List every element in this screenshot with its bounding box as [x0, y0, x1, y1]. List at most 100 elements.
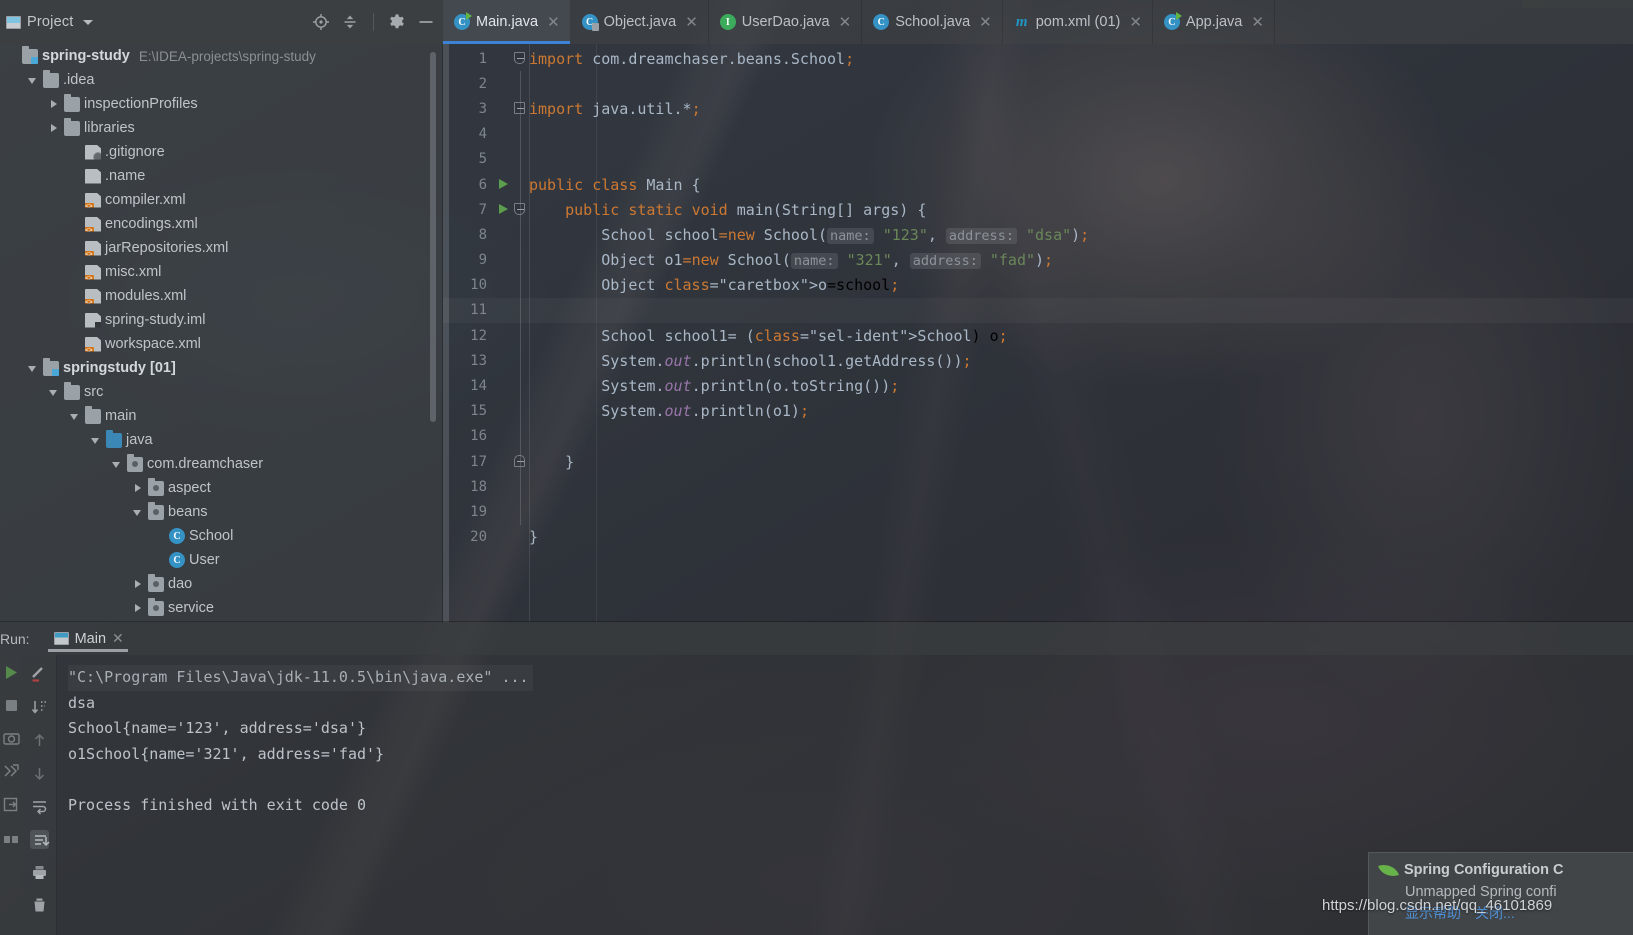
tree-row[interactable]: dao	[0, 572, 443, 596]
run-gutter-icon[interactable]	[499, 204, 508, 215]
project-tree[interactable]: spring-study E:\IDEA-projects\spring-stu…	[0, 44, 443, 622]
code-line[interactable]: 4	[443, 121, 1633, 147]
scroll-down-icon[interactable]	[30, 764, 49, 783]
tree-row[interactable]: beans	[0, 500, 443, 524]
tree-row[interactable]: modules.xml	[0, 284, 443, 308]
tree-expand-arrow[interactable]	[27, 362, 39, 374]
tree-row[interactable]: spring-study.iml	[0, 308, 443, 332]
tab-close-icon[interactable]: ✕	[685, 15, 698, 30]
code-line[interactable]: 6 public class Main {	[443, 171, 1633, 198]
code-line[interactable]: 12 School school1= (class="sel-ident">Sc…	[443, 323, 1633, 349]
tree-row[interactable]: aspect	[0, 476, 443, 500]
tree-expand-arrow[interactable]	[90, 434, 102, 446]
tree-row[interactable]: service	[0, 596, 443, 620]
scroll-to-end-icon[interactable]	[29, 830, 50, 849]
code-line[interactable]: 11	[443, 297, 1633, 324]
code-line[interactable]: 8 School school=new School(name: "123", …	[443, 222, 1633, 248]
tree-expand-arrow[interactable]	[132, 506, 144, 518]
tree-row[interactable]: C User	[0, 548, 443, 572]
tree-row[interactable]: compiler.xml	[0, 188, 443, 212]
tree-row[interactable]: com.dreamchaser	[0, 452, 443, 476]
tree-expand-arrow[interactable]	[69, 410, 81, 422]
code-line[interactable]: 13 System.out.println(school1.getAddress…	[443, 348, 1633, 374]
tree-expand-arrow[interactable]	[27, 74, 39, 86]
tree-row[interactable]: springstudy [01]	[0, 356, 443, 380]
tree-row[interactable]: jarRepositories.xml	[0, 236, 443, 260]
tree-row[interactable]: src	[0, 380, 443, 404]
tree-row[interactable]: .idea	[0, 68, 443, 92]
code-line[interactable]: 10 Object class="caretbox">o=school;	[443, 272, 1633, 298]
notification-popup[interactable]: Spring Configuration C Unmapped Spring c…	[1368, 852, 1633, 935]
tree-expand-arrow[interactable]	[48, 122, 60, 134]
run-gutter-icon[interactable]	[499, 178, 508, 189]
tree-expand-arrow[interactable]	[132, 602, 144, 614]
wrap-text-icon[interactable]	[30, 797, 49, 816]
code-line[interactable]: 1 import com.dreamchaser.beans.School;	[443, 46, 1633, 71]
code-line[interactable]: 7 public static void main(String[] args)…	[443, 197, 1633, 223]
code-line[interactable]: 15 System.out.println(o1);	[443, 398, 1633, 424]
tab-userdao-java[interactable]: I UserDao.java ✕	[709, 0, 863, 44]
tab-close-icon[interactable]: ✕	[979, 15, 992, 30]
code-line[interactable]: 19	[443, 499, 1633, 525]
minimize-icon[interactable]	[417, 13, 435, 31]
tree-scrollbar[interactable]	[430, 52, 436, 422]
tree-row[interactable]: encodings.xml	[0, 212, 443, 236]
code-line[interactable]: 3 import java.util.*;	[443, 96, 1633, 122]
line-number: 1	[478, 50, 487, 67]
stop-icon[interactable]	[2, 696, 21, 715]
fold-marker-icon[interactable]	[514, 52, 525, 64]
tree-expand-arrow[interactable]	[111, 458, 123, 470]
tree-expand-arrow[interactable]	[48, 98, 60, 110]
soft-wrap-icon[interactable]	[30, 665, 49, 684]
code-editor[interactable]: 1 import com.dreamchaser.beans.School; 2 3 i…	[443, 44, 1633, 622]
tab-pom-xml[interactable]: m pom.xml (01) ✕	[1003, 0, 1153, 44]
chevron-down-icon[interactable]	[82, 19, 93, 25]
code-line[interactable]: 5	[443, 146, 1633, 172]
tab-object-java[interactable]: C Object.java ✕	[571, 0, 709, 44]
tab-app-java[interactable]: C App.java ✕	[1153, 0, 1275, 44]
tree-row[interactable]: .name	[0, 164, 443, 188]
sort-icon[interactable]	[30, 698, 49, 717]
run-tab-close-icon[interactable]: ✕	[112, 630, 124, 647]
code-line[interactable]: 2	[443, 71, 1633, 97]
collapse-all-icon[interactable]	[341, 13, 359, 31]
tree-row-root[interactable]: spring-study E:\IDEA-projects\spring-stu…	[0, 44, 443, 68]
locate-target-icon[interactable]	[312, 13, 330, 31]
scroll-up-icon[interactable]	[30, 731, 49, 750]
tree-row[interactable]: main	[0, 404, 443, 428]
code-line[interactable]: 17 }	[443, 449, 1633, 475]
tree-expand-arrow[interactable]	[132, 578, 144, 590]
run-tab-main[interactable]: Main ✕	[47, 622, 130, 655]
tree-row[interactable]: C School	[0, 524, 443, 548]
camera-icon[interactable]	[2, 729, 21, 748]
tab-close-icon[interactable]: ✕	[547, 15, 560, 30]
code-line[interactable]: 18	[443, 474, 1633, 500]
tab-close-icon[interactable]: ✕	[839, 15, 852, 30]
gear-icon[interactable]	[388, 13, 406, 31]
tree-row[interactable]: inspectionProfiles	[0, 92, 443, 116]
code-line[interactable]: 20}	[443, 525, 1633, 550]
code-line[interactable]: 16	[443, 423, 1633, 449]
tree-expand-arrow[interactable]	[132, 482, 144, 494]
code-line[interactable]: 9 Object o1=new School(name: "321", addr…	[443, 247, 1633, 273]
trash-icon[interactable]	[30, 896, 49, 915]
print-icon[interactable]	[30, 863, 49, 882]
tree-row[interactable]: .gitignore	[0, 140, 443, 164]
layout-icon[interactable]	[2, 828, 21, 847]
tree-row[interactable]: java	[0, 428, 443, 452]
code-line[interactable]: 14 System.out.println(o.toString());	[443, 373, 1633, 399]
run-tab-label: Main	[74, 630, 107, 647]
editor-gutter	[487, 323, 529, 349]
tab-close-icon[interactable]: ✕	[1129, 15, 1142, 30]
rerun-failed-icon[interactable]	[2, 762, 21, 781]
tab-close-icon[interactable]: ✕	[1251, 15, 1264, 30]
tree-row[interactable]: libraries	[0, 116, 443, 140]
tree-row[interactable]: workspace.xml	[0, 332, 443, 356]
run-icon[interactable]	[2, 663, 21, 682]
tree-row[interactable]: misc.xml	[0, 260, 443, 284]
tab-main-java[interactable]: C Main.java ✕	[443, 0, 571, 44]
project-panel-title-group[interactable]: Project	[6, 14, 93, 30]
tree-expand-arrow[interactable]	[48, 386, 60, 398]
export-icon[interactable]	[2, 795, 21, 814]
tab-school-java[interactable]: C School.java ✕	[862, 0, 1003, 44]
